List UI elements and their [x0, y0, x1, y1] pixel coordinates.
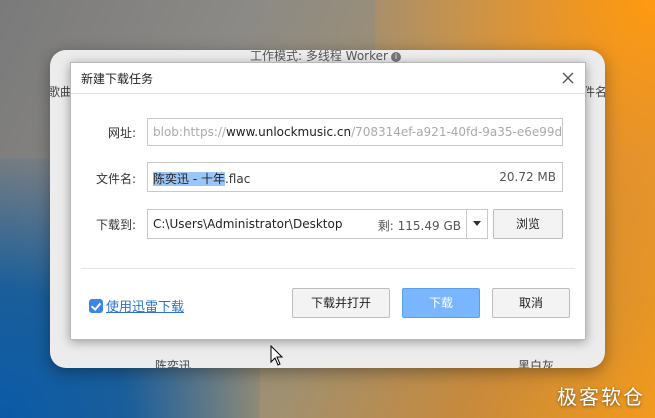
- url-suffix: /708314ef-a921-40fd-9a35-e6e99d74: [351, 125, 563, 139]
- filename-column-header: 件名: [583, 85, 605, 99]
- filename-text: 陈奕迅 - 十年.flac: [153, 170, 250, 187]
- url-prefix: blob:https://: [153, 125, 226, 139]
- song-column-header: 歌曲: [50, 85, 73, 99]
- artist-cell: 陈奕迅: [155, 359, 192, 368]
- new-download-dialog: 新建下载任务 网址: blob:https://www.unlockmusic.…: [70, 62, 586, 340]
- browse-button[interactable]: 浏览: [493, 209, 563, 239]
- filename-field[interactable]: 陈奕迅 - 十年.flac 20.72 MB: [147, 162, 563, 192]
- album-cell: 黑白灰: [518, 359, 555, 368]
- save-path: C:\Users\Administrator\Desktop: [153, 217, 343, 231]
- divider: [81, 268, 575, 269]
- filename-label: 文件名:: [95, 172, 136, 186]
- xunlei-download-link[interactable]: 使用迅雷下载: [89, 296, 184, 315]
- filename-ext: .flac: [224, 172, 251, 186]
- watermark: 极客软仓: [557, 385, 645, 409]
- xunlei-icon: [89, 298, 103, 313]
- close-button[interactable]: [557, 67, 579, 89]
- chevron-down-icon[interactable]: [466, 210, 487, 238]
- close-icon: [562, 72, 574, 84]
- mouse-cursor-icon: [270, 345, 284, 366]
- free-space: 剩: 115.49 GB: [377, 219, 461, 233]
- filename-selected: 陈奕迅 - 十年: [153, 172, 225, 186]
- file-size: 20.72 MB: [499, 170, 556, 184]
- save-path-dropdown[interactable]: C:\Users\Administrator\Desktop 剩: 115.49…: [147, 209, 488, 239]
- download-and-open-button[interactable]: 下载并打开: [292, 288, 390, 318]
- info-icon[interactable]: i: [390, 51, 401, 62]
- url-field[interactable]: blob:https://www.unlockmusic.cn/708314ef…: [147, 118, 563, 146]
- xunlei-link-text[interactable]: 使用迅雷下载: [106, 300, 184, 315]
- cancel-button[interactable]: 取消: [492, 288, 570, 318]
- saveto-label: 下载到:: [95, 218, 136, 232]
- download-button[interactable]: 下载: [402, 288, 480, 318]
- url-host: www.unlockmusic.cn: [225, 125, 352, 139]
- url-text: blob:https://www.unlockmusic.cn/708314ef…: [153, 125, 563, 139]
- dialog-titlebar: 新建下载任务: [71, 63, 585, 94]
- url-label: 网址:: [107, 126, 136, 140]
- dialog-title: 新建下载任务: [81, 72, 154, 86]
